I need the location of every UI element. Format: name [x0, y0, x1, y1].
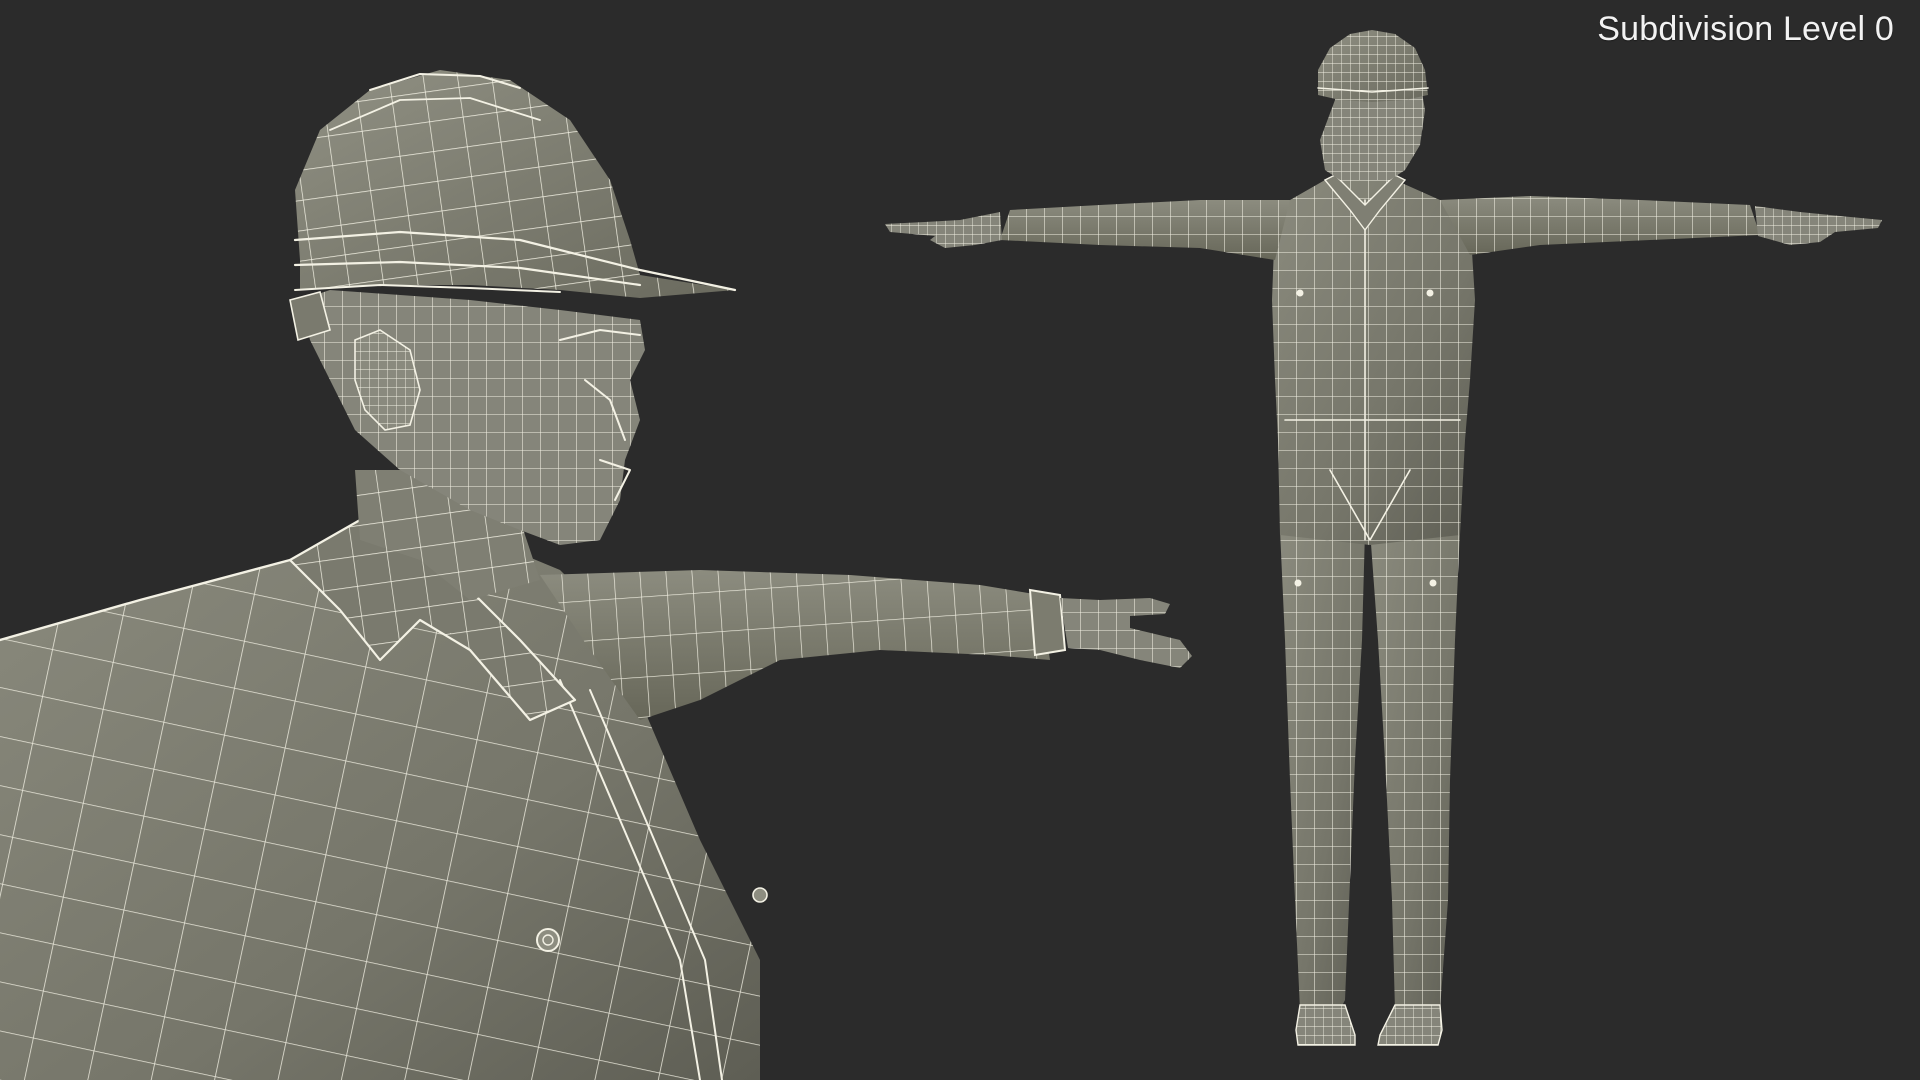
full-body-view	[885, 30, 1882, 1046]
subdivision-level-label: Subdivision Level 0	[1597, 10, 1894, 48]
render-viewport	[0, 30, 1882, 1080]
shirt-button	[536, 928, 560, 952]
